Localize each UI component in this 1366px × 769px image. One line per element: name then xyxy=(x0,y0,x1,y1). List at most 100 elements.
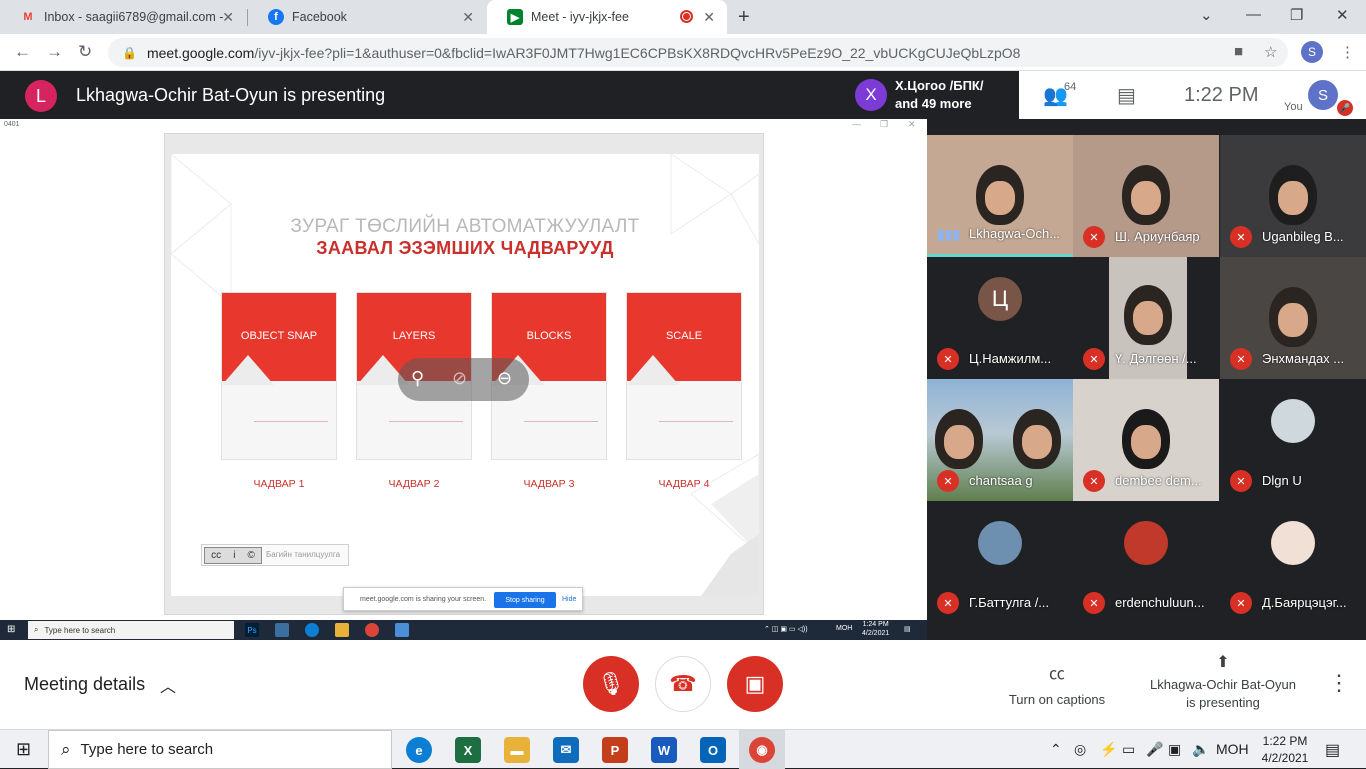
mic-off-icon: ✕ xyxy=(937,348,959,370)
window-close-button[interactable]: ✕ xyxy=(1336,6,1349,24)
captions-label: Turn on captions xyxy=(1008,692,1106,707)
taskbar-time: 1:22 PM xyxy=(1262,734,1308,748)
share-notice-text: meet.google.com is sharing your screen. xyxy=(360,596,487,603)
forward-arrow-icon[interactable]: → xyxy=(46,42,63,62)
captions-button[interactable]: ㏄ Turn on captions xyxy=(1000,660,1114,707)
outlook-icon[interactable]: O xyxy=(700,737,726,763)
participant-tile[interactable]: ✕ dembee dem... xyxy=(1073,379,1219,501)
participant-name: Д.Баярцэцэг... xyxy=(1262,595,1347,610)
leave-call-button[interactable]: ☎ xyxy=(655,656,711,712)
shared-search-text: Type here to search xyxy=(44,625,116,635)
tab-facebook[interactable]: f Facebook ✕ xyxy=(248,0,486,34)
card-caption: ЧАДВАР 3 xyxy=(523,478,575,490)
windows-start-icon: ⊞ xyxy=(7,624,16,635)
stop-sharing-button[interactable]: Stop sharing xyxy=(494,592,556,608)
participant-tile[interactable]: Ц ✕ Ц.Намжилм... xyxy=(927,257,1073,379)
network-icon[interactable]: ▣ xyxy=(1168,741,1181,758)
edge-icon xyxy=(305,623,319,637)
participant-tile[interactable]: ✕ Ш. Ариунбаяр xyxy=(1073,135,1219,257)
tab-search-icon[interactable]: ⌄ xyxy=(1200,6,1213,24)
cc-badge-icon: cc i © xyxy=(204,547,262,564)
camera-toggle-button[interactable]: ▣ xyxy=(727,656,783,712)
screen-maximize-icon: ❐ xyxy=(880,119,889,129)
notification-center-icon[interactable]: ▤ xyxy=(1325,740,1340,760)
reload-icon[interactable]: ↻ xyxy=(78,42,92,62)
participant-avatar: Ц xyxy=(978,277,1022,321)
close-icon[interactable]: ✕ xyxy=(703,9,715,26)
notification-icon: ▤ xyxy=(904,626,911,633)
participant-tile[interactable]: ✕ chantsaa g xyxy=(927,379,1073,501)
url-field[interactable]: 🔒 meet.google.com/iyv-jkjx-fee?pli=1&aut… xyxy=(108,38,1288,67)
remove-icon[interactable]: ⊖ xyxy=(497,368,512,389)
volume-icon[interactable]: 🔈 xyxy=(1192,741,1209,758)
url-host: meet.google.com xyxy=(146,44,255,61)
bookmark-star-icon[interactable]: ☆ xyxy=(1264,43,1277,61)
close-icon[interactable]: ✕ xyxy=(462,9,474,26)
tab-label: Meet - iyv-jkjx-fee xyxy=(531,10,629,24)
show-hidden-icons[interactable]: ⌃ xyxy=(1050,741,1062,758)
cc-text: Багийн танилцуулга xyxy=(266,550,341,559)
pin-icon[interactable]: ⚲ xyxy=(411,368,424,389)
meet-status-panel: 👥 64 ▤ 1:22 PM You S 🎤 xyxy=(1019,71,1366,119)
participant-tile[interactable]: ✕ erdenchuluun... xyxy=(1073,501,1219,623)
participant-tile[interactable]: ✕ Энхмандах ... xyxy=(1220,257,1366,379)
mic-off-icon: ✕ xyxy=(1083,226,1105,248)
word-icon[interactable]: W xyxy=(651,737,677,763)
mic-off-icon: ✕ xyxy=(1230,470,1252,492)
screen-share-notice: meet.google.com is sharing your screen. … xyxy=(343,587,583,611)
participant-tile[interactable]: ✕ Uganbileg B... xyxy=(1220,135,1366,257)
file-explorer-icon[interactable]: ▬ xyxy=(504,737,530,763)
chrome-icon[interactable]: ◉ xyxy=(749,737,775,763)
participant-name: Ш. Ариунбаяр xyxy=(1115,229,1200,244)
participant-video xyxy=(935,409,983,469)
you-label: You xyxy=(1284,101,1303,113)
hide-link[interactable]: Hide xyxy=(562,596,576,603)
meeting-details-button[interactable]: Meeting details xyxy=(24,674,145,695)
pinned-participants[interactable]: X Х.Цогоо /БПК/ and 49 more xyxy=(847,71,1019,119)
tab-inbox[interactable]: M Inbox - saagii6789@gmail.com - ✕ xyxy=(0,0,246,34)
lock-icon: 🔒 xyxy=(122,45,137,60)
excel-icon[interactable]: X xyxy=(455,737,481,763)
microphone-icon[interactable]: 🎤 xyxy=(1146,741,1163,758)
chat-icon[interactable]: ▤ xyxy=(1117,83,1136,108)
close-icon[interactable]: ✕ xyxy=(222,9,234,26)
presenting-label-2: is presenting xyxy=(1186,695,1260,710)
minimize-button[interactable]: — xyxy=(1246,6,1261,23)
back-arrow-icon[interactable]: ← xyxy=(14,42,31,62)
taskbar-search[interactable]: ⌕ Type here to search xyxy=(48,730,392,769)
tray-app-icon[interactable]: ⚡ xyxy=(1100,741,1117,758)
mail-icon[interactable]: ✉ xyxy=(553,737,579,763)
participant-tile[interactable]: ▮▮▮ Lkhagwa-Och... xyxy=(927,135,1073,257)
mic-off-icon[interactable]: ⊘ xyxy=(452,368,467,389)
powerpoint-icon[interactable]: P xyxy=(602,737,628,763)
meet-tray-icon[interactable]: ◎ xyxy=(1074,741,1086,758)
participant-tile[interactable]: ✕ Ү. Дэлгөөн /... xyxy=(1073,257,1219,379)
maximize-button[interactable]: ❐ xyxy=(1290,6,1303,24)
camera-icon[interactable]: ■ xyxy=(1234,43,1243,60)
participant-video xyxy=(1269,165,1317,225)
profile-avatar[interactable]: S xyxy=(1301,41,1323,63)
windows-start-icon[interactable]: ⊞ xyxy=(16,739,31,760)
mic-toggle-button[interactable]: 🎙 xyxy=(583,656,639,712)
new-tab-button[interactable]: + xyxy=(738,6,750,29)
present-button[interactable]: ⬆ Lkhagwa-Ochir Bat-Oyun is presenting xyxy=(1140,654,1306,712)
participant-name: Uganbileg B... xyxy=(1262,229,1344,244)
mic-off-icon: ✕ xyxy=(1230,592,1252,614)
participant-avatar xyxy=(1124,521,1168,565)
menu-icon[interactable]: ⋮ xyxy=(1340,43,1355,61)
shared-lang: МОН xyxy=(836,625,853,632)
card-scale: SCALE xyxy=(626,292,742,460)
tab-meet[interactable]: ▶ Meet - iyv-jkjx-fee ✕ xyxy=(487,0,727,34)
more-options-icon[interactable]: ⋮ xyxy=(1328,670,1350,696)
taskbar-clock[interactable]: 1:22 PM 4/2/2021 xyxy=(1258,733,1312,767)
edge-icon[interactable]: e xyxy=(406,737,432,763)
participant-tile[interactable]: ✕ Dlgn U xyxy=(1220,379,1366,501)
participant-video xyxy=(1269,287,1317,347)
participant-avatar xyxy=(1271,399,1315,443)
battery-icon[interactable]: ▭ xyxy=(1122,741,1135,758)
participant-tile[interactable]: ✕ Д.Баярцэцэг... xyxy=(1220,501,1366,623)
chevron-up-icon[interactable]: ︿ xyxy=(160,673,176,697)
language-indicator[interactable]: МОН xyxy=(1216,741,1249,757)
participant-tile[interactable]: ✕ Г.Баттулга /... xyxy=(927,501,1073,623)
cc-symbol: cc xyxy=(211,550,222,561)
